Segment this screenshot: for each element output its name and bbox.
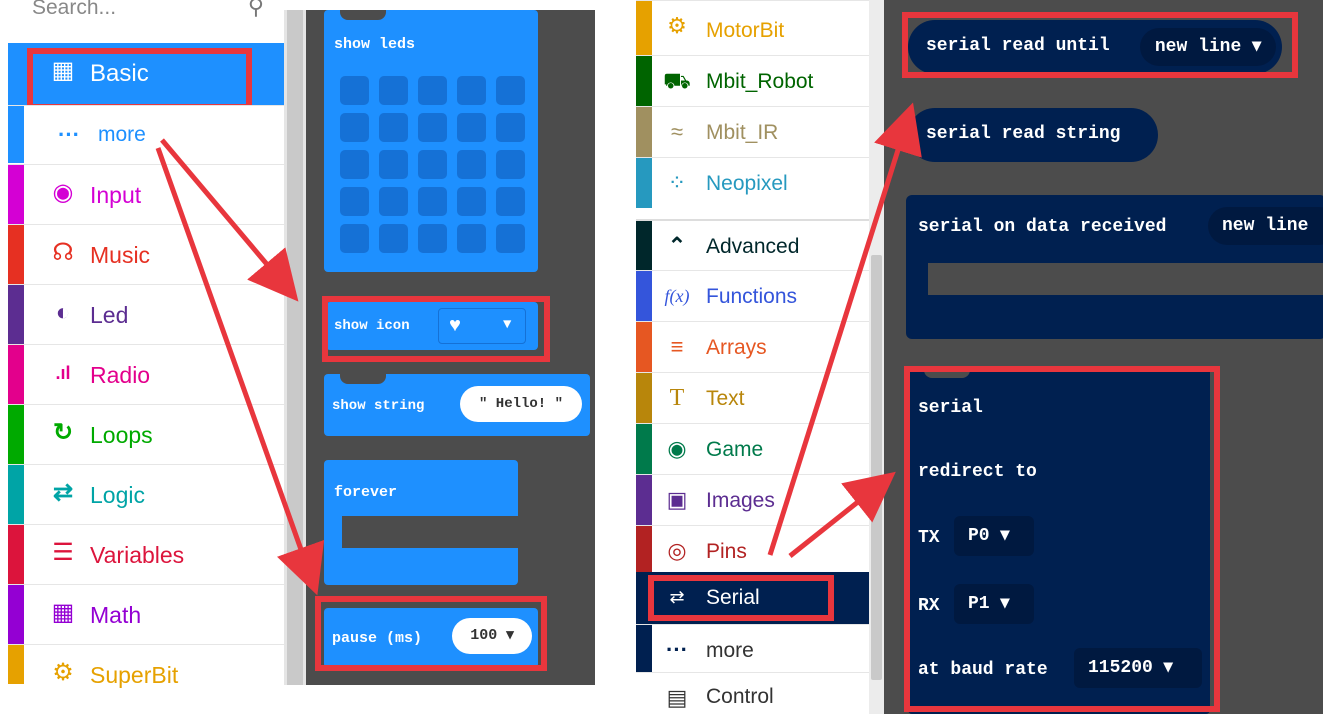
arrow-to-read-until (767, 102, 922, 556)
annotation-arrows (155, 102, 922, 596)
arrow-to-pause (155, 147, 325, 596)
arrow-to-redirect (788, 471, 896, 558)
